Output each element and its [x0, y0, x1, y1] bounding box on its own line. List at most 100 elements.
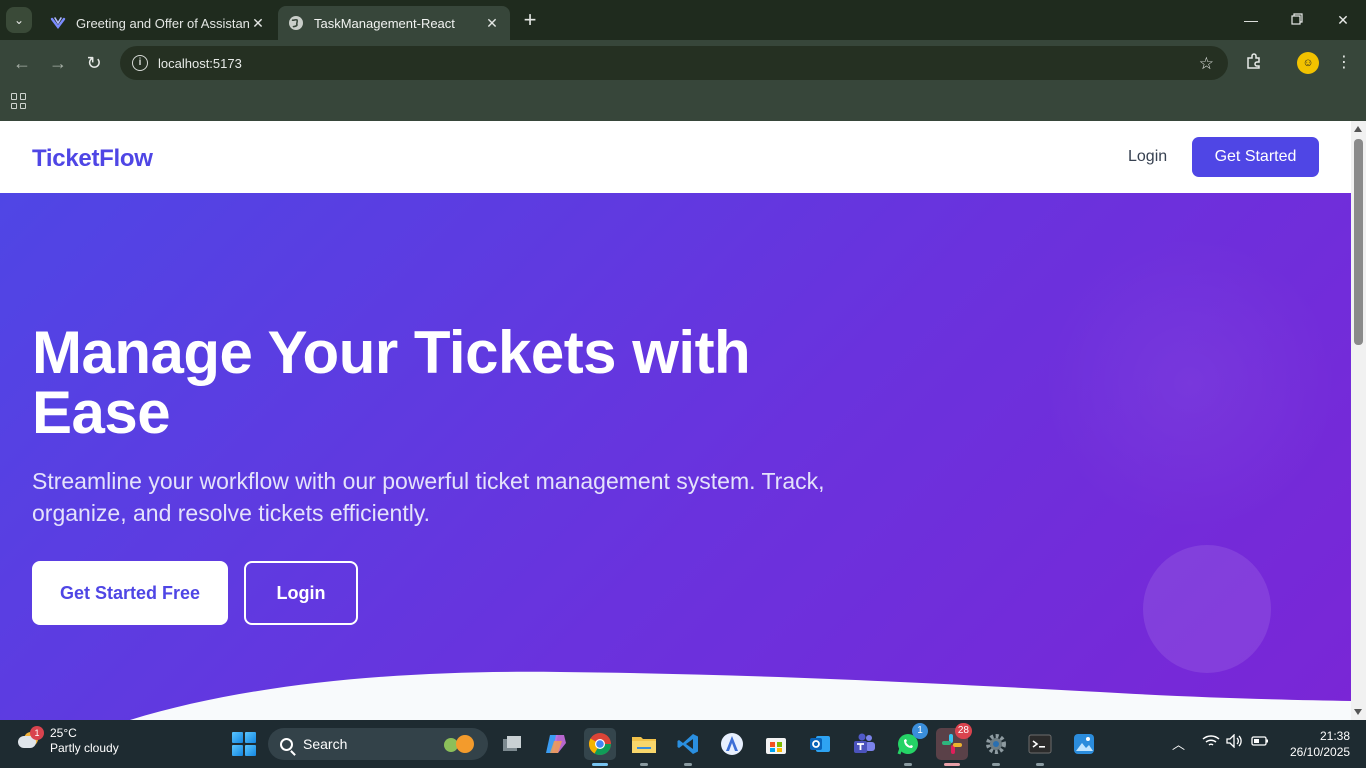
scrollbar-thumb[interactable] [1354, 139, 1363, 345]
reload-icon: ↻ [86, 53, 102, 73]
tab-title: TaskManagement-React [314, 15, 455, 31]
file-explorer-app[interactable] [628, 728, 660, 766]
apps-grid-icon[interactable] [11, 93, 27, 109]
scroll-up-icon[interactable] [1354, 126, 1362, 132]
minimize-icon: — [1244, 12, 1258, 28]
nav-get-started-button[interactable]: Get Started [1192, 137, 1319, 177]
decorative-circle [1143, 545, 1271, 673]
hero-wave-divider [0, 671, 1351, 720]
address-text: localhost:5173 [158, 55, 242, 71]
reload-button[interactable]: ↻ [81, 50, 107, 76]
slack-app[interactable]: 28 [936, 723, 972, 766]
bookmark-star-icon[interactable]: ☆ [1199, 54, 1214, 74]
chrome-app[interactable] [584, 728, 616, 766]
page-scrollbar[interactable] [1351, 121, 1366, 720]
task-view-app[interactable] [496, 728, 528, 760]
puzzle-icon [1245, 53, 1263, 74]
vscode-icon [677, 734, 698, 754]
windows-start-icon[interactable] [232, 732, 256, 756]
microsoft-store-app[interactable] [760, 728, 792, 760]
teams-app[interactable] [848, 728, 880, 760]
site-logo[interactable]: TicketFlow [32, 145, 153, 173]
chevron-down-icon: ⌄ [13, 13, 25, 27]
get-started-free-button[interactable]: Get Started Free [32, 561, 228, 625]
running-indicator [684, 763, 692, 766]
forward-button[interactable]: → [45, 50, 71, 76]
gear-icon [986, 734, 1006, 754]
outlook-icon [810, 736, 830, 752]
hero-login-button[interactable]: Login [244, 561, 358, 625]
weather-temperature: 25°C [50, 726, 77, 740]
profile-avatar[interactable]: ☺ [1297, 52, 1319, 74]
back-button[interactable]: ← [9, 50, 35, 76]
android-studio-icon [721, 733, 743, 755]
tab-title: Greeting and Offer of Assistance [76, 15, 250, 31]
active-indicator [592, 763, 608, 766]
weather-badge: 1 [30, 726, 44, 740]
weather-widget[interactable]: 1 25°C Partly cloudy [14, 726, 119, 756]
store-icon [766, 738, 786, 754]
system-clock[interactable]: 21:38 26/10/2025 [1290, 728, 1350, 760]
terminal-app[interactable] [1024, 728, 1056, 766]
notification-badge: 28 [954, 723, 972, 739]
settings-app[interactable] [980, 728, 1012, 766]
extensions-button[interactable] [1243, 52, 1265, 74]
search-label: Search [303, 736, 348, 752]
clock-time: 21:38 [1319, 729, 1350, 743]
battery-icon[interactable] [1251, 734, 1269, 751]
windows-taskbar: 1 25°C Partly cloudy Search 1 28 ︿ 21:38… [0, 720, 1366, 768]
partly-cloudy-icon: 1 [14, 726, 44, 756]
weather-condition: Partly cloudy [50, 741, 119, 755]
terminal-icon [1028, 734, 1052, 754]
chevron-up-icon: ︿ [1172, 737, 1186, 752]
folder-icon [632, 737, 656, 753]
android-studio-app[interactable] [716, 728, 748, 760]
browser-tab-taskmanagement[interactable]: TaskManagement-React ✕ [278, 6, 510, 40]
chrome-icon [589, 733, 611, 755]
close-window-button[interactable]: ✕ [1320, 0, 1366, 40]
new-tab-button[interactable]: + [518, 9, 542, 33]
wifi-icon[interactable] [1202, 734, 1220, 751]
running-indicator [1036, 763, 1044, 766]
running-indicator [992, 763, 1000, 766]
claude-favicon-icon [50, 15, 66, 31]
more-vertical-icon: ⋮ [1336, 54, 1352, 71]
search-icon [280, 737, 293, 751]
restore-window-button[interactable] [1274, 0, 1320, 40]
bookmarks-bar [0, 85, 1366, 121]
taskbar-search[interactable]: Search [268, 728, 488, 760]
volume-icon[interactable] [1226, 733, 1244, 751]
copilot-app[interactable] [540, 728, 572, 760]
task-view-icon [503, 736, 521, 751]
browser-tab-greeting[interactable]: Greeting and Offer of Assistance ✕ [40, 6, 276, 40]
photos-icon [1074, 734, 1094, 754]
nav-login-link[interactable]: Login [1128, 148, 1167, 166]
hero-section: Manage Your Tickets with Ease Streamline… [0, 193, 1351, 720]
clock-date: 26/10/2025 [1290, 745, 1351, 759]
arrow-right-icon: → [49, 53, 67, 73]
address-bar[interactable]: i localhost:5173 ☆ [120, 46, 1228, 80]
site-info-icon[interactable]: i [132, 55, 148, 71]
vscode-app[interactable] [672, 728, 704, 766]
outlook-app[interactable] [804, 728, 836, 760]
page-viewport: TicketFlow Login Get Started Manage Your… [0, 121, 1351, 720]
scroll-down-icon[interactable] [1354, 709, 1362, 715]
site-navbar: TicketFlow Login Get Started [0, 121, 1351, 193]
copilot-icon [546, 735, 566, 753]
hero-subtitle: Streamline your workflow with our powerf… [32, 468, 825, 526]
browser-toolbar: ← → ↻ i localhost:5173 ☆ ⋮ [0, 40, 1366, 85]
running-indicator [904, 763, 912, 766]
notification-badge: 1 [912, 723, 928, 739]
close-tab-icon[interactable]: ✕ [250, 15, 266, 31]
hero-glow [1040, 233, 1340, 533]
globe-icon [288, 15, 304, 31]
minimize-window-button[interactable]: — [1228, 0, 1274, 40]
hero-headline: Manage Your Tickets with Ease [32, 319, 751, 446]
photos-app[interactable] [1068, 728, 1100, 760]
close-tab-icon[interactable]: ✕ [484, 15, 500, 31]
tab-search-button[interactable]: ⌄ [6, 7, 32, 33]
browser-menu-button[interactable]: ⋮ [1333, 52, 1355, 74]
arrow-left-icon: ← [13, 53, 31, 73]
whatsapp-app[interactable]: 1 [892, 723, 928, 766]
show-hidden-icons-button[interactable]: ︿ [1172, 734, 1185, 753]
